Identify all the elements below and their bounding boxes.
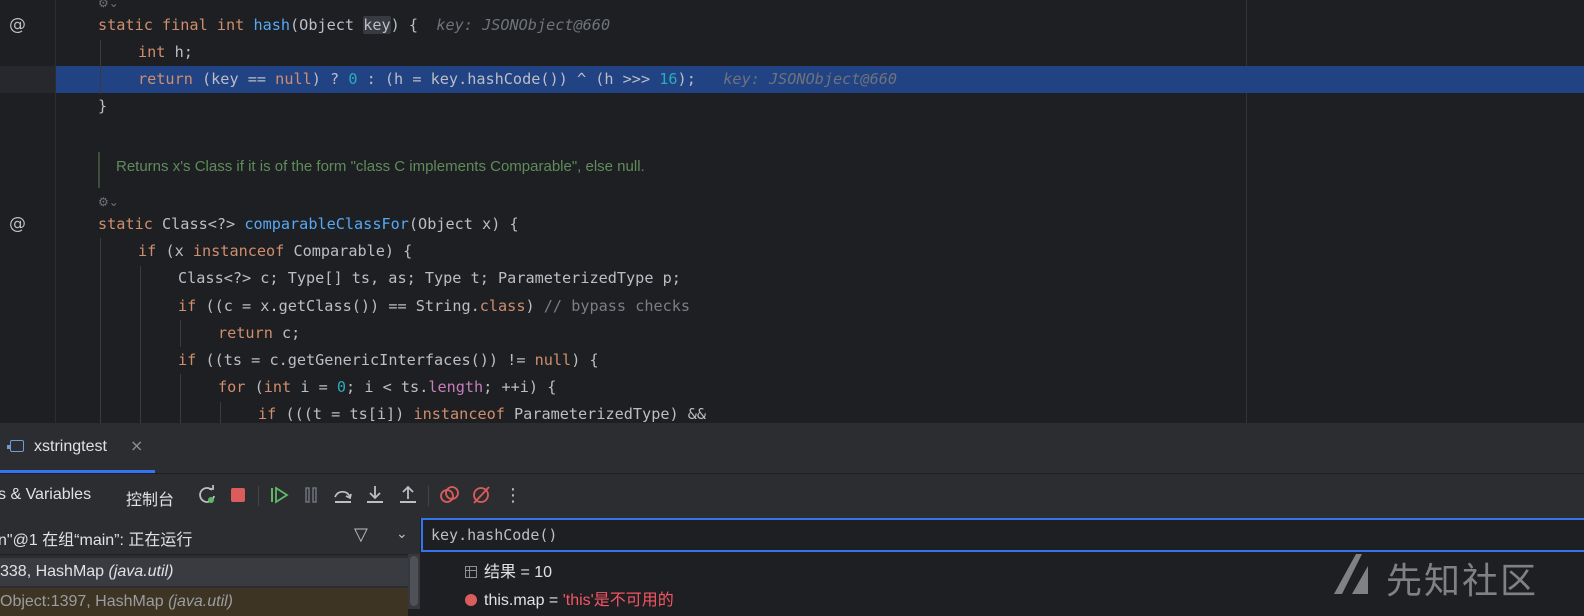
watermark-text: 先知社区 [1386, 561, 1539, 602]
stop-icon[interactable] [226, 484, 250, 508]
variable-row-result[interactable]: 结果 = 10 [465, 560, 552, 586]
thread-selector[interactable]: n"@1 在组“main”: 正在运行 ▽ ⌄ [0, 518, 420, 555]
code-line-hash-signature[interactable]: static final int hash(Object key) { key:… [98, 12, 610, 39]
tab-xstringtest[interactable]: xstringtest × [0, 423, 155, 473]
stack-frame-row[interactable]: Object:1397, HashMap (java.util) [0, 588, 408, 616]
step-into-icon[interactable] [363, 484, 387, 508]
inline-debug-hint: key: JSONObject@660 [436, 16, 611, 34]
code-line-int-h[interactable]: int h; [138, 39, 193, 66]
rerun-icon[interactable] [195, 484, 219, 508]
toolbar-separator [258, 486, 259, 506]
tab-frames-variables[interactable]: s & Variables [0, 486, 91, 504]
param-key: key [363, 16, 391, 34]
evaluate-expression-input[interactable]: key.hashCode() [421, 518, 1584, 552]
selected-expression: key.hashCode() [430, 70, 559, 88]
code-line-if-getclass[interactable]: if ((c = x.getClass()) == String.class) … [178, 293, 690, 320]
resume-icon[interactable] [267, 484, 291, 508]
table-icon [465, 566, 477, 578]
code-lines: static final int hash(Object key) { key:… [0, 0, 1584, 423]
code-line-declarations[interactable]: Class<?> c; Type[] ts, as; Type t; Param… [178, 265, 681, 292]
watermark: 先知社区 [1330, 548, 1580, 604]
thread-status: n"@1 在组“main”: 正在运行 [0, 532, 193, 549]
filter-icon[interactable]: ▽ [354, 524, 368, 545]
frames-scrollbar[interactable] [408, 554, 420, 609]
frames-pane: n"@1 在组“main”: 正在运行 ▽ ⌄ 338, HashMap (ja… [0, 518, 420, 616]
close-icon[interactable]: × [130, 436, 143, 455]
run-config-icon [7, 440, 24, 452]
scrollbar-thumb[interactable] [410, 556, 418, 606]
rendered-javadoc[interactable]: Returns x's Class if it is of the form "… [98, 152, 800, 188]
view-breakpoints-icon[interactable] [437, 484, 461, 508]
debug-toolbar: s & Variables 控制台 ⋮ [0, 474, 1584, 518]
error-icon [465, 594, 477, 606]
step-out-icon[interactable] [396, 484, 420, 508]
variable-row-this-map[interactable]: this.map = 'this'是不可用的 [465, 588, 674, 614]
watermark-logo-icon [1334, 554, 1368, 594]
inline-debug-hint: key: JSONObject@660 [723, 70, 898, 88]
toolbar-separator [428, 486, 429, 506]
code-line-if-parameterized[interactable]: if (((t = ts[i]) instanceof Parameterize… [258, 401, 706, 423]
more-options-icon[interactable]: ⋮ [501, 484, 525, 508]
step-over-icon[interactable] [331, 484, 355, 508]
tab-console[interactable]: 控制台 [126, 486, 174, 510]
code-line-for-loop[interactable]: for (int i = 0; i < ts.length; ++i) { [218, 374, 556, 401]
evaluate-expression-text: key.hashCode() [431, 526, 558, 544]
code-line-if-instanceof[interactable]: if (x instanceof Comparable) { [138, 238, 412, 265]
code-line-close-brace[interactable]: } [98, 93, 107, 120]
code-line-comparable-signature[interactable]: static Class<?> comparableClassFor(Objec… [98, 211, 519, 238]
mute-breakpoints-icon[interactable] [469, 484, 493, 508]
debug-tab-bar: xstringtest × [0, 423, 1584, 474]
code-line-return[interactable]: return (key == null) ? 0 : (h = key.hash… [138, 66, 897, 93]
chevron-down-icon[interactable]: ⌄ [396, 526, 408, 542]
tab-label: xstringtest [34, 438, 107, 455]
code-editor[interactable]: @ @ ⚙⌄ ⚙⌄ static final int hash(Object k… [0, 0, 1584, 423]
stack-frame-row[interactable]: 338, HashMap (java.util) [0, 558, 408, 586]
active-tab-indicator [0, 470, 155, 473]
code-line-if-generic-interfaces[interactable]: if ((ts = c.getGenericInterfaces()) != n… [178, 347, 599, 374]
pause-icon[interactable] [299, 484, 323, 508]
code-line-return-c[interactable]: return c; [218, 320, 300, 347]
